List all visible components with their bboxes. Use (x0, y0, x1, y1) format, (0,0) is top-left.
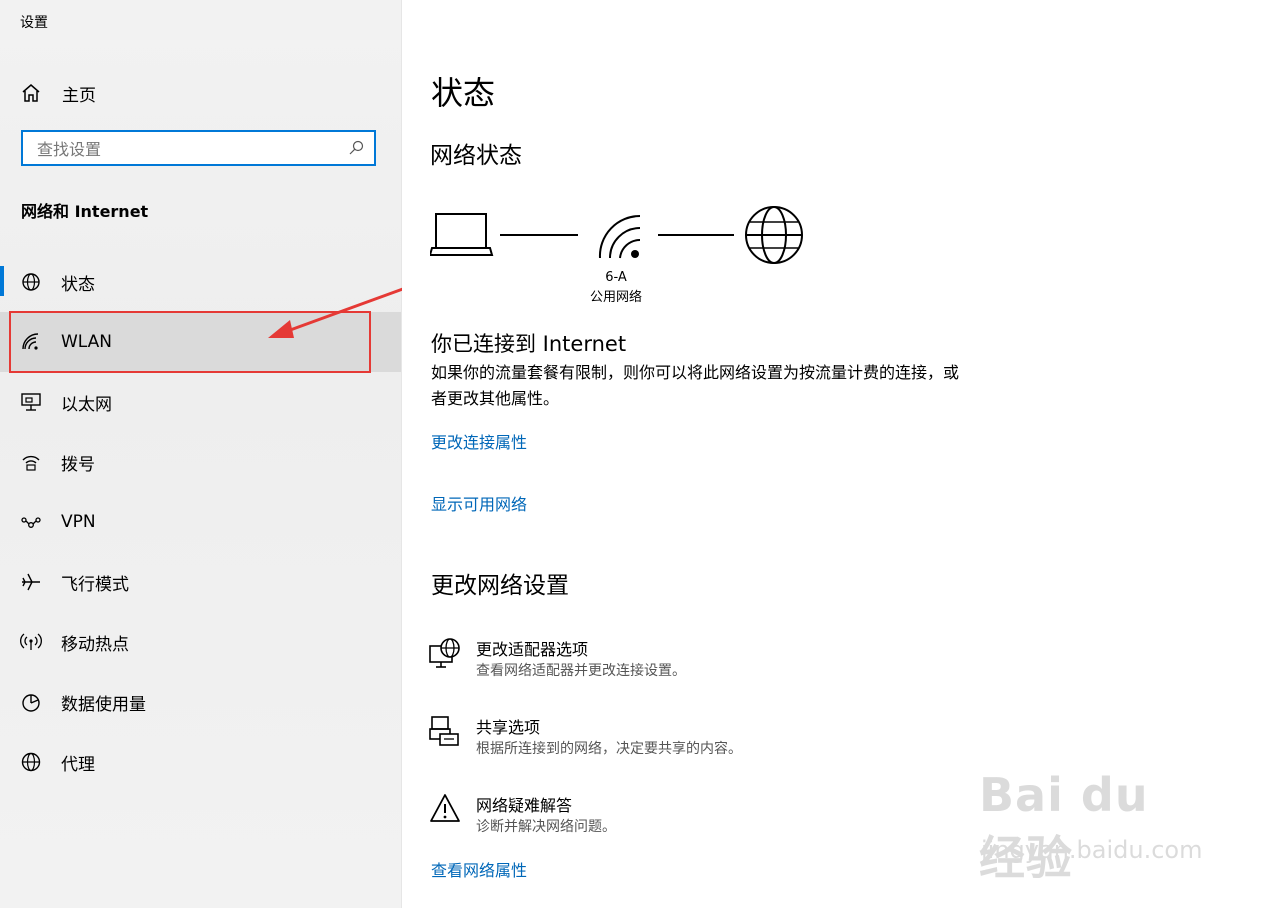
airplane-icon (20, 571, 42, 593)
home-icon (22, 84, 40, 102)
settings-window: 设置 主页 网络和 Internet 状态 (0, 0, 1279, 908)
view-network-properties-link[interactable]: 查看网络属性 (431, 857, 527, 881)
sidebar-item-airplane[interactable]: 飞行模式 (0, 552, 401, 612)
data-usage-icon (20, 691, 42, 713)
internet-globe-icon (745, 206, 803, 264)
globe-status-icon (20, 271, 42, 293)
sidebar-item-label: 数据使用量 (61, 694, 146, 715)
wifi-icon (598, 214, 641, 259)
option-title: 更改适配器选项 (476, 640, 589, 659)
option-title: 网络疑难解答 (476, 796, 573, 815)
adapter-icon (429, 638, 460, 668)
connected-description: 如果你的流量套餐有限制，则你可以将此网络设置为按流量计费的连接，或者更改其他属性… (431, 363, 960, 408)
sidebar-item-hotspot[interactable]: 移动热点 (0, 612, 401, 672)
sidebar-item-data-usage[interactable]: 数据使用量 (0, 672, 401, 732)
connected-heading: 你已连接到 Internet (431, 332, 627, 356)
sidebar-item-label: 拨号 (61, 454, 95, 475)
sidebar-item-proxy[interactable]: 代理 (0, 732, 401, 792)
search-box[interactable] (21, 130, 376, 166)
network-type: 公用网络 (589, 290, 642, 305)
option-adapter[interactable]: 更改适配器选项 查看网络适配器并更改连接设置。 (428, 636, 928, 686)
home-nav-item[interactable]: 主页 (20, 80, 96, 106)
watermark-url: jingyan.baidu.com (981, 836, 1203, 864)
sidebar: 设置 主页 网络和 Internet 状态 (0, 0, 402, 908)
laptop-icon (430, 213, 494, 256)
warning-icon (430, 794, 460, 822)
network-ssid: 6-A (605, 270, 627, 285)
sidebar-item-label: 代理 (61, 754, 95, 775)
app-title: 设置 (20, 15, 48, 31)
show-available-networks-link[interactable]: 显示可用网络 (431, 491, 527, 515)
option-troubleshoot[interactable]: 网络疑难解答 诊断并解决网络问题。 (428, 792, 928, 842)
change-connection-properties-link[interactable]: 更改连接属性 (431, 429, 527, 453)
network-info: 6-A 公用网络 (572, 268, 660, 308)
sidebar-item-label: VPN (61, 512, 96, 532)
option-description: 根据所连接到的网络，决定要共享的内容。 (476, 741, 742, 757)
search-input[interactable] (35, 137, 339, 161)
page-title: 状态 (431, 74, 496, 112)
sidebar-item-vpn[interactable]: VPN (0, 492, 401, 552)
ethernet-icon (20, 391, 42, 413)
search-icon[interactable] (348, 140, 364, 156)
sharing-icon (429, 716, 459, 746)
change-network-settings-heading: 更改网络设置 (431, 573, 569, 599)
sidebar-item-label: 移动热点 (61, 634, 129, 655)
option-title: 共享选项 (476, 718, 541, 737)
option-description: 诊断并解决网络问题。 (476, 819, 616, 835)
sidebar-item-dialup[interactable]: 拨号 (0, 432, 401, 492)
vpn-icon (20, 511, 42, 533)
network-status-heading: 网络状态 (430, 143, 522, 169)
option-description: 查看网络适配器并更改连接设置。 (476, 663, 686, 679)
sidebar-item-label: 飞行模式 (61, 574, 129, 595)
option-sharing[interactable]: 共享选项 根据所连接到的网络，决定要共享的内容。 (428, 714, 928, 764)
home-label: 主页 (62, 85, 96, 106)
dialup-icon (20, 451, 42, 473)
sidebar-item-ethernet[interactable]: 以太网 (0, 372, 401, 432)
baidu-watermark: Bai du 经验 jingyan.baidu.com (979, 748, 1209, 885)
sidebar-item-label: 状态 (61, 274, 95, 295)
globe-icon (20, 751, 42, 773)
sidebar-item-label: 以太网 (61, 394, 112, 415)
section-title: 网络和 Internet (21, 202, 149, 221)
hotspot-icon (20, 631, 42, 653)
watermark-brand: Bai du 经验 (979, 768, 1149, 885)
